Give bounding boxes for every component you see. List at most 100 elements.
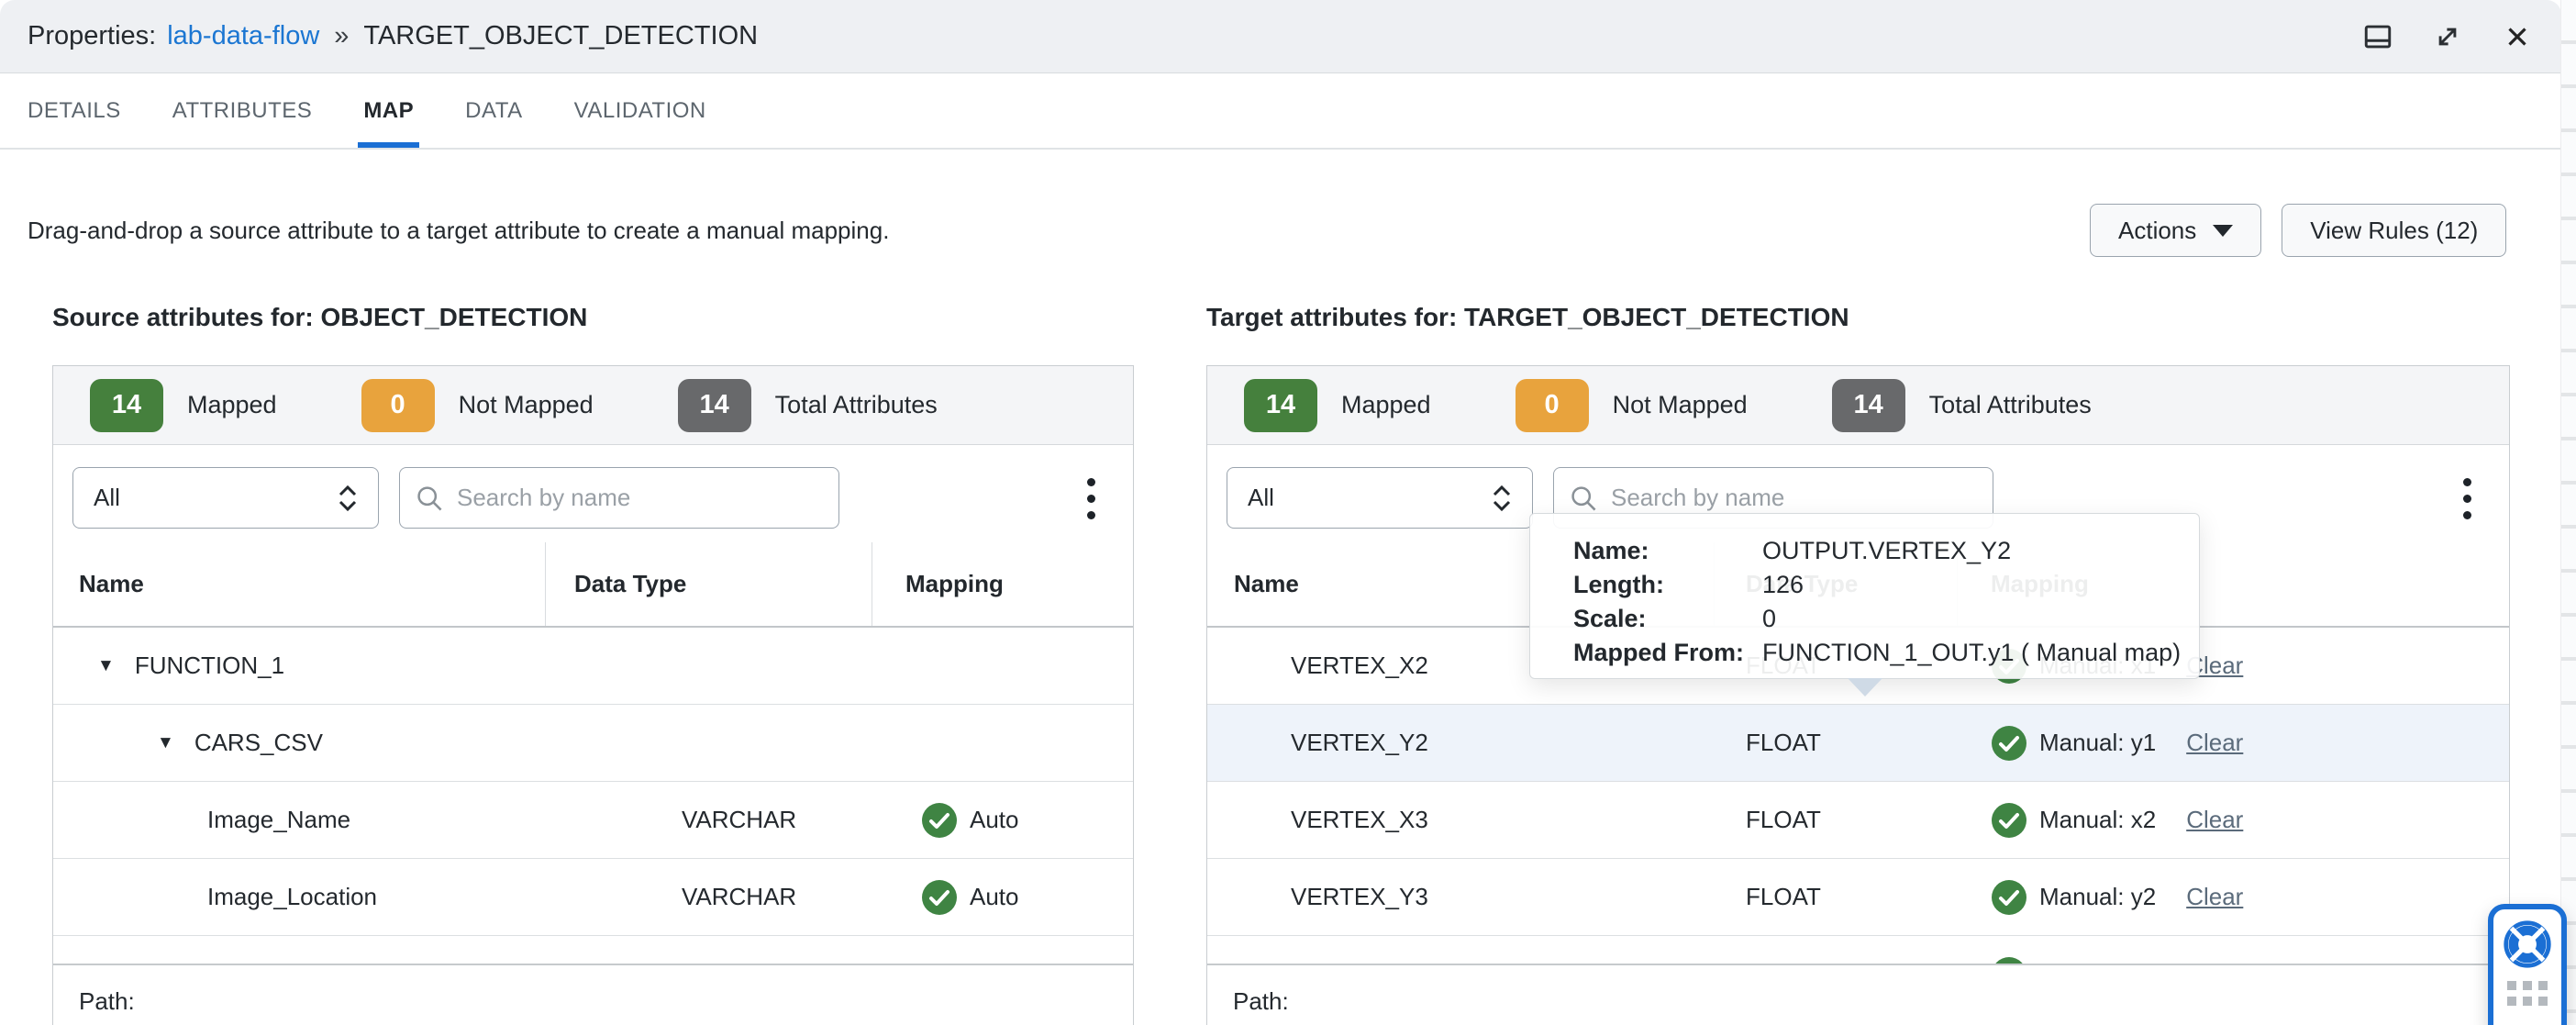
table-row[interactable]: VERTEX_X4 FLOAT Manual: x3 Clear (1207, 936, 2509, 964)
source-path-footer: Path: (53, 965, 1133, 1016)
source-search-input[interactable]: Search by name (399, 467, 839, 529)
mapping-type-label: Auto (970, 883, 1019, 910)
mapped-check-icon (1992, 725, 2026, 761)
total-label: Total Attributes (1928, 391, 2092, 418)
mapping-type-label: Auto (970, 806, 1019, 833)
mapped-count-badge: 14 (1244, 378, 1317, 432)
source-panel-title: Source attributes for: OBJECT_DETECTION (52, 303, 588, 331)
attribute-name: Image_Name (207, 806, 351, 833)
not-mapped-label: Not Mapped (458, 391, 594, 418)
scrollbar[interactable] (2560, 0, 2576, 1025)
source-more-menu-icon[interactable] (1072, 471, 1109, 526)
mapped-check-icon (1995, 957, 2023, 964)
tab-attributes[interactable]: ATTRIBUTES (172, 73, 313, 148)
tooltip-field-value: 0 (1762, 605, 1777, 632)
attribute-data-type: VARCHAR (682, 883, 797, 910)
source-filter-row: All Search by name (53, 445, 1133, 542)
clipped-row: VERTEX_X4 FLOAT Manual: x3 Clear (1207, 936, 2509, 965)
target-path-footer: Path: (1207, 965, 2509, 1016)
tab-validation[interactable]: VALIDATION (574, 73, 706, 148)
clear-mapping-link[interactable]: Clear (2186, 883, 2243, 911)
mapping-type-label: Manual: x2 (2039, 806, 2157, 833)
attribute-data-type: VARCHAR (682, 806, 797, 833)
table-row[interactable]: ▼ FUNCTION_1 (53, 628, 1133, 705)
lifebuoy-help-icon (2504, 920, 2551, 968)
table-row[interactable]: Image_Location VARCHAR Auto (53, 859, 1133, 936)
table-row-highlighted[interactable]: VERTEX_Y2 FLOAT Manual: y1 Clear (1207, 705, 2509, 782)
expand-icon[interactable] (2431, 20, 2464, 53)
column-header-data-type[interactable]: Data Type (546, 542, 872, 626)
source-table-header: Name Data Type Mapping (53, 542, 1133, 628)
mapped-check-icon (1992, 879, 2026, 915)
tooltip-field-label: Length: (1573, 571, 1664, 598)
actions-button-label: Actions (2118, 216, 2197, 244)
collapse-caret-icon[interactable]: ▼ (157, 733, 174, 753)
clear-mapping-link[interactable]: Clear (2186, 806, 2243, 834)
column-header-mapping[interactable]: Mapping (872, 542, 1133, 626)
collapse-caret-icon[interactable]: ▼ (97, 656, 115, 676)
tab-details[interactable]: DETAILS (28, 73, 121, 148)
drag-handle-icon[interactable] (2507, 981, 2548, 1006)
tooltip-field-label: Scale: (1573, 605, 1647, 632)
not-mapped-count-badge: 0 (361, 378, 435, 432)
target-more-menu-icon[interactable] (2448, 471, 2485, 526)
mapped-check-icon (922, 802, 957, 838)
close-icon[interactable] (2501, 20, 2534, 53)
tab-map[interactable]: MAP (358, 73, 419, 148)
mapping-type-label: Manual: y2 (2039, 883, 2157, 910)
target-panel-title: Target attributes for: TARGET_OBJECT_DET… (1206, 303, 1849, 331)
clear-mapping-link[interactable]: Clear (2186, 729, 2243, 757)
breadcrumb-separator: » (334, 21, 350, 50)
search-icon (417, 485, 442, 510)
target-filter-select[interactable]: All (1227, 467, 1533, 529)
path-label: Path: (79, 987, 135, 1015)
attribute-name: FUNCTION_1 (134, 652, 285, 679)
tooltip-field-value: FUNCTION_1_OUT.y1 ( Manual map) (1762, 639, 2182, 666)
properties-panel: Properties: lab-data-flow » TARGET_OBJEC… (0, 0, 2576, 1025)
tooltip-field-value: 126 (1762, 571, 1804, 598)
not-mapped-count-badge: 0 (1515, 378, 1589, 432)
select-chevrons-icon (1492, 485, 1512, 512)
chevron-down-icon (2213, 224, 2234, 237)
mapped-label: Mapped (187, 391, 277, 418)
source-search-placeholder: Search by name (457, 484, 631, 511)
select-chevrons-icon (338, 485, 358, 512)
mapped-check-icon (1992, 802, 2026, 838)
table-row[interactable]: VERTEX_X3 FLOAT Manual: x2 Clear (1207, 782, 2509, 859)
mapping-tooltip: Name: OUTPUT.VERTEX_Y2 Length: 126 Scale… (1529, 513, 2200, 679)
target-search-placeholder: Search by name (1611, 484, 1785, 511)
source-filter-select[interactable]: All (72, 467, 379, 529)
tooltip-field-label: Name: (1573, 537, 1649, 564)
table-row[interactable]: VERTEX_Y3 FLOAT Manual: y2 Clear (1207, 859, 2509, 936)
mapped-label: Mapped (1341, 391, 1431, 418)
mapping-type-label: Manual: y1 (2039, 729, 2157, 756)
search-icon (1571, 485, 1596, 510)
target-filter-value: All (1248, 484, 1274, 511)
dock-panel-icon[interactable] (2361, 20, 2394, 53)
clipped-row (53, 936, 1133, 965)
tooltip-arrow (1848, 678, 1882, 696)
mapped-check-icon (922, 879, 957, 915)
actions-button[interactable]: Actions (2090, 204, 2262, 257)
source-filter-value: All (94, 484, 120, 511)
total-count-badge: 14 (677, 378, 751, 432)
tab-data[interactable]: DATA (465, 73, 522, 148)
breadcrumb-current: TARGET_OBJECT_DETECTION (363, 21, 759, 50)
mapped-count-badge: 14 (90, 378, 163, 432)
view-rules-button[interactable]: View Rules (12) (2282, 204, 2507, 257)
window-controls (2361, 20, 2534, 53)
toolbar-buttons: Actions View Rules (12) (2090, 204, 2507, 257)
column-header-name[interactable]: Name (53, 542, 546, 626)
attribute-name: Image_Location (207, 883, 378, 910)
breadcrumb-link-dataflow[interactable]: lab-data-flow (167, 21, 319, 51)
total-label: Total Attributes (774, 391, 938, 418)
not-mapped-label: Not Mapped (1612, 391, 1748, 418)
breadcrumb: Properties: lab-data-flow » TARGET_OBJEC… (28, 21, 758, 51)
table-row[interactable]: Image_Name VARCHAR Auto (53, 782, 1133, 859)
help-widget[interactable] (2488, 904, 2567, 1025)
tooltip-field-value: OUTPUT.VERTEX_Y2 (1762, 537, 2012, 564)
mapping-instruction: Drag-and-drop a source attribute to a ta… (28, 217, 890, 244)
tab-bar: DETAILS ATTRIBUTES MAP DATA VALIDATION (0, 73, 2561, 150)
tooltip-field-label: Mapped From: (1573, 639, 1744, 666)
table-row[interactable]: ▼ CARS_CSV (53, 705, 1133, 782)
